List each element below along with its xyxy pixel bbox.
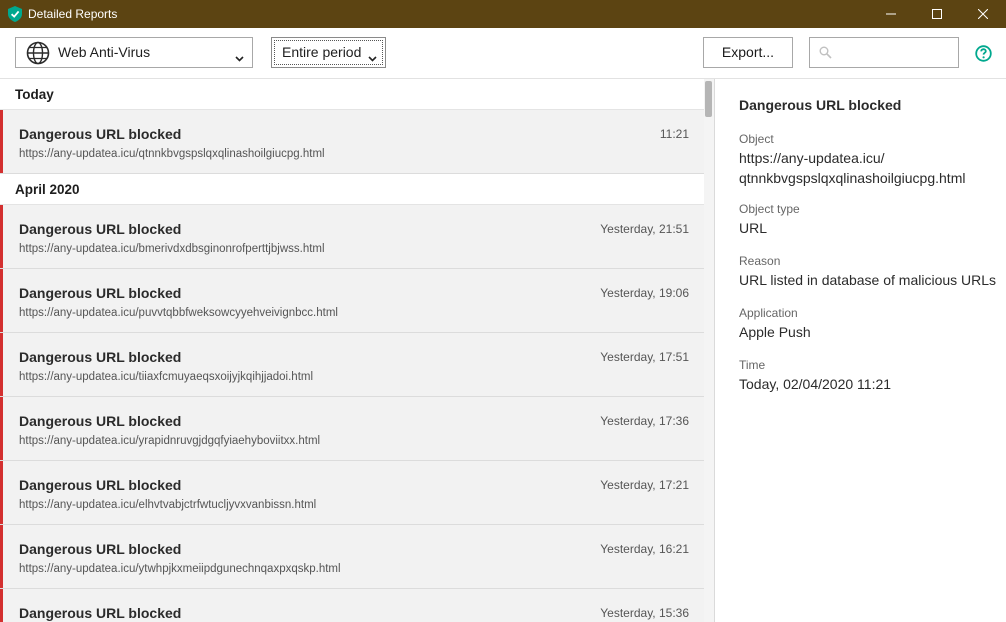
window-title: Detailed Reports — [28, 7, 118, 21]
event-time: Yesterday, 17:36 — [600, 414, 689, 428]
group-header-today: Today — [0, 79, 714, 110]
object-type-label: Object type — [739, 202, 800, 216]
event-row[interactable]: Dangerous URL blocked https://any-update… — [0, 397, 714, 461]
event-row[interactable]: Dangerous URL blocked Yesterday, 15:36 — [0, 589, 714, 622]
event-time: Yesterday, 21:51 — [600, 222, 689, 236]
scrollbar-thumb[interactable] — [705, 81, 712, 117]
event-title: Dangerous URL blocked — [19, 605, 182, 621]
search-icon — [819, 46, 832, 64]
severity-marker — [0, 589, 3, 622]
event-url: https://any-updatea.icu/bmerivdxdbsginon… — [19, 243, 325, 255]
globe-icon — [26, 41, 50, 70]
close-button[interactable] — [960, 0, 1006, 28]
maximize-button[interactable] — [914, 0, 960, 28]
event-row[interactable]: Dangerous URL blocked https://any-update… — [0, 269, 714, 333]
component-select[interactable]: Web Anti-Virus — [15, 37, 253, 68]
event-time: Yesterday, 19:06 — [600, 286, 689, 300]
reason-label: Reason — [739, 254, 781, 268]
time-value: Today, 02/04/2020 11:21 — [739, 376, 892, 392]
severity-marker — [0, 205, 3, 268]
shield-logo-icon — [8, 6, 22, 22]
severity-marker — [0, 110, 3, 173]
list-scrollbar[interactable] — [704, 79, 714, 622]
minimize-button[interactable] — [868, 0, 914, 28]
event-row[interactable]: Dangerous URL blocked https://any-update… — [0, 205, 714, 269]
severity-marker — [0, 461, 3, 524]
details-title: Dangerous URL blocked — [739, 97, 902, 113]
title-bar: Detailed Reports — [0, 0, 1006, 28]
period-select[interactable]: Entire period — [271, 37, 386, 68]
event-row[interactable]: Dangerous URL blocked https://any-update… — [0, 461, 714, 525]
event-url: https://any-updatea.icu/ytwhpjkxmeiipdgu… — [19, 563, 341, 575]
severity-marker — [0, 525, 3, 588]
toolbar: Web Anti-Virus Entire period Export... — [0, 28, 1006, 79]
chevron-down-icon — [368, 49, 377, 67]
severity-marker — [0, 397, 3, 460]
event-row[interactable]: Dangerous URL blocked https://any-update… — [0, 110, 714, 174]
event-title: Dangerous URL blocked — [19, 477, 182, 493]
event-time: Yesterday, 17:21 — [600, 478, 689, 492]
details-pane: Dangerous URL blocked Object https://any… — [715, 79, 1006, 622]
application-label: Application — [739, 306, 798, 320]
event-title: Dangerous URL blocked — [19, 221, 182, 237]
event-title: Dangerous URL blocked — [19, 285, 182, 301]
event-time: Yesterday, 16:21 — [600, 542, 689, 556]
event-row[interactable]: Dangerous URL blocked https://any-update… — [0, 525, 714, 589]
minimize-icon — [886, 9, 896, 19]
time-label: Time — [739, 358, 766, 372]
severity-marker — [0, 269, 3, 332]
period-select-label: Entire period — [282, 44, 362, 60]
application-value: Apple Push — [739, 324, 811, 340]
event-title: Dangerous URL blocked — [19, 541, 182, 557]
event-row[interactable]: Dangerous URL blocked https://any-update… — [0, 333, 714, 397]
help-icon[interactable] — [975, 45, 992, 67]
export-button[interactable]: Export... — [703, 37, 793, 68]
event-title: Dangerous URL blocked — [19, 126, 182, 142]
object-label: Object — [739, 132, 774, 146]
event-list: Today Dangerous URL blocked https://any-… — [0, 79, 714, 622]
reason-value: URL listed in database of malicious URLs — [739, 272, 997, 288]
event-url: https://any-updatea.icu/elhvtvabjctrfwtu… — [19, 499, 317, 511]
event-url: https://any-updatea.icu/yrapidnruvgjdgqf… — [19, 435, 321, 447]
event-url: https://any-updatea.icu/puvvtqbbfweksowc… — [19, 307, 338, 319]
maximize-icon — [932, 9, 942, 19]
search-input[interactable] — [809, 37, 959, 68]
severity-marker — [0, 333, 3, 396]
event-title: Dangerous URL blocked — [19, 349, 182, 365]
event-time: 11:21 — [659, 127, 689, 141]
object-value-line1: https://any-updatea.icu/ — [739, 150, 885, 166]
chevron-down-icon — [235, 49, 244, 67]
close-icon — [978, 9, 988, 19]
group-header-april-2020: April 2020 — [0, 174, 714, 205]
event-time: Yesterday, 17:51 — [600, 350, 689, 364]
event-url: https://any-updatea.icu/qtnnkbvgspslqxql… — [19, 148, 325, 160]
component-select-label: Web Anti-Virus — [58, 44, 151, 60]
event-title: Dangerous URL blocked — [19, 413, 182, 429]
event-time: Yesterday, 15:36 — [600, 606, 689, 620]
object-type-value: URL — [739, 220, 768, 236]
event-url: https://any-updatea.icu/tiiaxfcmuyaeqsxo… — [19, 371, 314, 383]
object-value-line2: qtnnkbvgspslqxqlinashoilgiucpg.html — [739, 170, 966, 186]
